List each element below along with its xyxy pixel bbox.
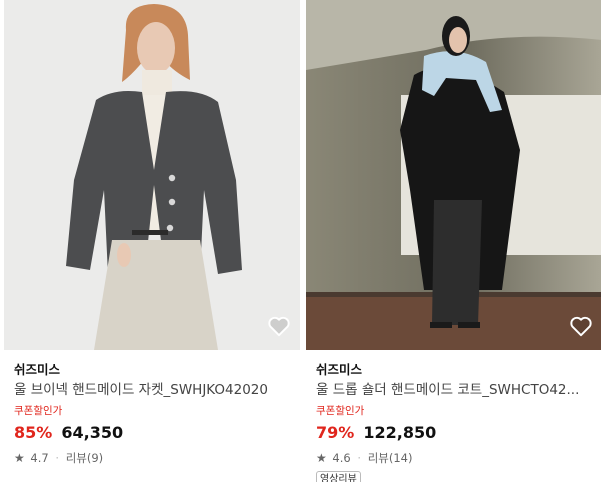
- heart-outline-icon: [570, 316, 592, 337]
- coupon-price-label: 쿠폰할인가: [316, 405, 365, 417]
- sale-price: 64,350: [61, 423, 124, 442]
- video-review-badge: 영상리뷰: [316, 471, 361, 482]
- sale-price: 122,850: [363, 423, 437, 442]
- rating-row: ★ 4.6 · 리뷰(14): [316, 449, 601, 467]
- product-image[interactable]: [4, 0, 300, 350]
- divider: ·: [55, 451, 60, 465]
- brand-name[interactable]: 쉬즈미스: [316, 361, 601, 379]
- divider: ·: [357, 451, 362, 465]
- wishlist-button[interactable]: [266, 313, 292, 339]
- discount-rate: 79%: [316, 423, 355, 442]
- heart-outline-icon: [268, 316, 290, 337]
- product-name[interactable]: 울 브이넥 핸드메이드 자켓_SWHJKO42020: [14, 380, 294, 400]
- wishlist-button[interactable]: [568, 313, 594, 339]
- star-icon: ★: [14, 451, 25, 465]
- product-card[interactable]: 쉬즈미스 울 브이넥 핸드메이드 자켓_SWHJKO42020 쿠폰할인가 85…: [4, 0, 300, 482]
- product-info: 쉬즈미스 울 브이넥 핸드메이드 자켓_SWHJKO42020 쿠폰할인가 85…: [4, 350, 300, 467]
- product-name[interactable]: 울 드롭 숄더 핸드메이드 코트_SWHCTO42...: [316, 380, 596, 400]
- product-card[interactable]: 쉬즈미스 울 드롭 숄더 핸드메이드 코트_SWHCTO42... 쿠폰할인가 …: [306, 0, 601, 482]
- rating-value: 4.6: [332, 451, 351, 465]
- product-photo-jacket: [4, 0, 300, 350]
- review-count: 리뷰(9): [65, 451, 104, 465]
- price-row: 85% 64,350: [14, 421, 300, 445]
- coupon-price-label: 쿠폰할인가: [14, 405, 63, 417]
- brand-name[interactable]: 쉬즈미스: [14, 361, 300, 379]
- discount-rate: 85%: [14, 423, 53, 442]
- price-row: 79% 122,850: [316, 421, 601, 445]
- product-info: 쉬즈미스 울 드롭 숄더 핸드메이드 코트_SWHCTO42... 쿠폰할인가 …: [306, 350, 601, 482]
- product-photo-coat: [306, 0, 601, 350]
- rating-value: 4.7: [30, 451, 49, 465]
- rating-row: ★ 4.7 · 리뷰(9): [14, 449, 300, 467]
- product-image[interactable]: [306, 0, 601, 350]
- star-icon: ★: [316, 451, 327, 465]
- review-count: 리뷰(14): [367, 451, 413, 465]
